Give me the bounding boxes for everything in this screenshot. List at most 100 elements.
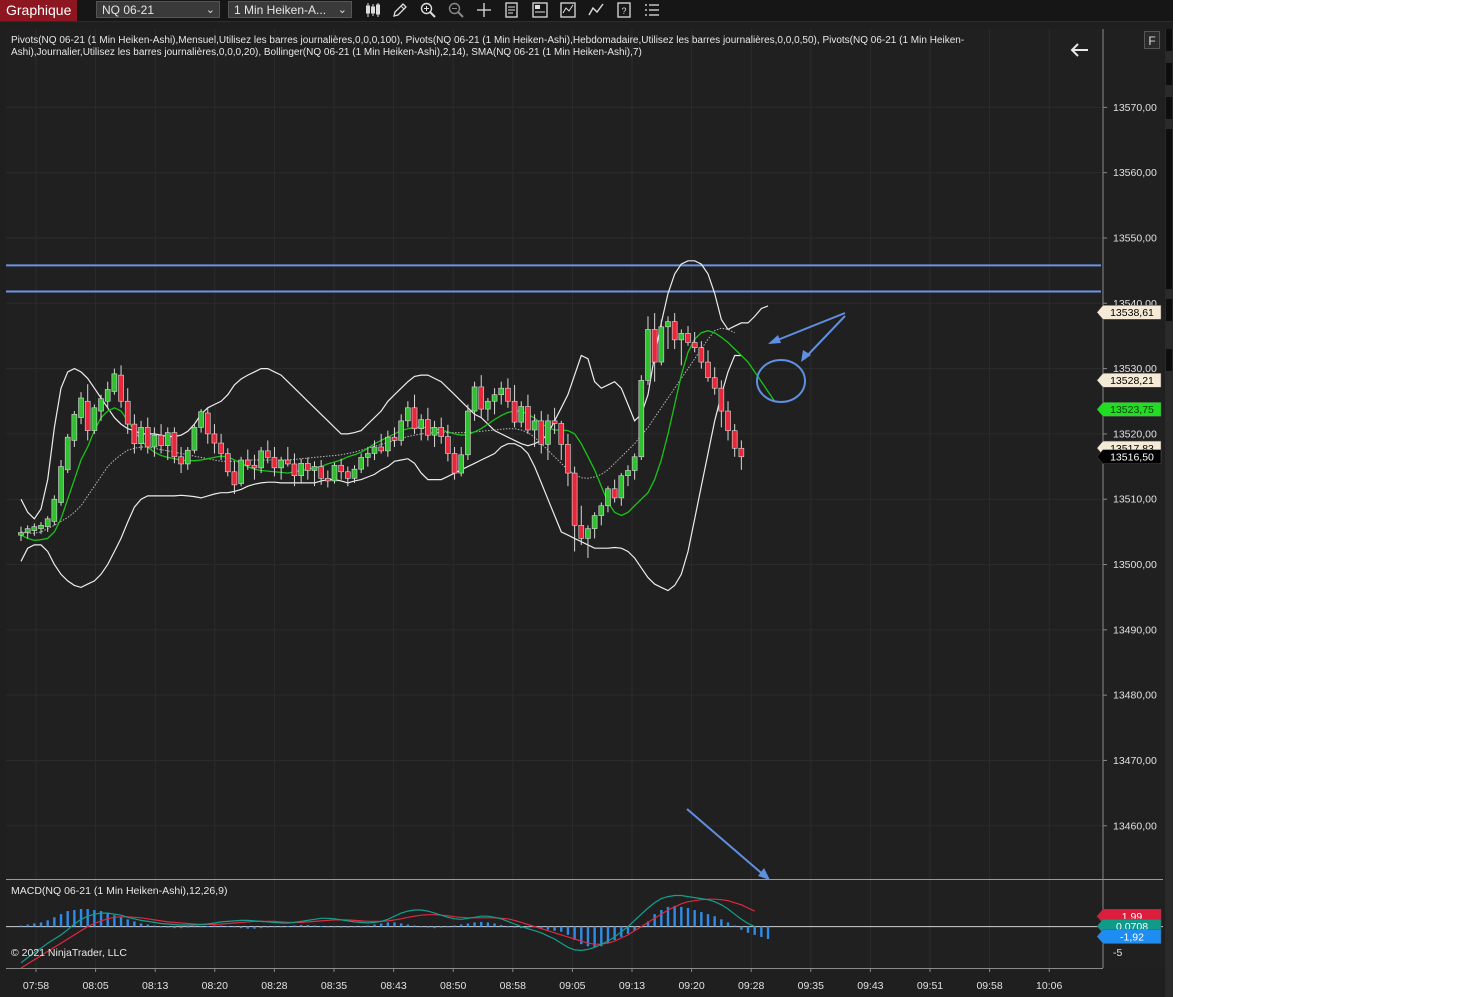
time-axis-label: 09:13 bbox=[619, 980, 645, 992]
candle-body bbox=[118, 374, 124, 402]
macd-histogram-bar bbox=[279, 926, 283, 928]
candle-body bbox=[631, 456, 638, 471]
macd-histogram-bar bbox=[199, 926, 203, 928]
time-axis-label: 07:58 bbox=[23, 980, 49, 992]
macd-histogram-bar bbox=[526, 926, 530, 928]
candle-body bbox=[478, 386, 485, 410]
macd-histogram-bar bbox=[713, 916, 716, 927]
macd-histogram-bar bbox=[353, 926, 356, 928]
price-axis-label: 13510,00 bbox=[1113, 494, 1157, 506]
vertical-scrollbar[interactable] bbox=[1165, 29, 1173, 997]
candle-body bbox=[438, 427, 445, 437]
macd-histogram-bar bbox=[146, 924, 149, 927]
candle-body bbox=[471, 386, 478, 412]
scrollbar-mark bbox=[1166, 299, 1172, 321]
macd-histogram-bar bbox=[413, 925, 416, 927]
candle-body bbox=[665, 321, 671, 328]
user-annotations bbox=[686, 312, 846, 880]
candle-body bbox=[91, 407, 98, 431]
macd-histogram-bar bbox=[453, 925, 456, 927]
macd-histogram-bar bbox=[246, 926, 249, 929]
candle-body bbox=[525, 406, 531, 431]
candle-body bbox=[18, 532, 24, 536]
candle-body bbox=[178, 456, 184, 465]
candle-body bbox=[485, 400, 491, 410]
grid-lines bbox=[6, 29, 1101, 968]
macd-histogram-bar bbox=[186, 926, 189, 928]
candle-body bbox=[418, 419, 425, 429]
candle-body bbox=[138, 427, 144, 445]
candle-body bbox=[264, 450, 271, 458]
macd-histogram-bar bbox=[560, 926, 563, 932]
candle-body bbox=[451, 453, 458, 474]
macd-histogram-bar bbox=[426, 926, 430, 928]
candle-body bbox=[144, 427, 151, 448]
annotation-arrowhead bbox=[758, 868, 770, 880]
macd-histogram-bar bbox=[573, 926, 576, 941]
candle-body bbox=[171, 432, 178, 458]
macd-histogram-bar bbox=[506, 926, 510, 928]
macd-marker: -1,92 bbox=[1120, 931, 1144, 943]
candle-body bbox=[371, 446, 378, 454]
candle-body bbox=[651, 329, 658, 363]
candle-body bbox=[671, 321, 678, 341]
macd-histogram-bar bbox=[253, 926, 256, 929]
macd-histogram-bar bbox=[446, 926, 450, 928]
candle-body bbox=[445, 436, 451, 454]
macd-histogram-bar bbox=[259, 926, 263, 929]
macd-histogram-bar bbox=[686, 907, 690, 927]
candle-body bbox=[258, 450, 264, 469]
macd-histogram-bar bbox=[660, 910, 663, 927]
candle-body bbox=[191, 427, 198, 451]
candle-body bbox=[218, 442, 224, 454]
candle-body bbox=[431, 427, 438, 436]
macd-histogram-bar bbox=[46, 920, 49, 927]
scrollbar-mark bbox=[1166, 63, 1172, 85]
time-axis-label: 08:05 bbox=[82, 980, 108, 992]
candle-body bbox=[198, 411, 204, 428]
price-axis-label: 13550,00 bbox=[1113, 232, 1157, 244]
annotation-arrow bbox=[803, 315, 846, 360]
price-axis-label: 13520,00 bbox=[1113, 428, 1157, 440]
price-axis-label: 13460,00 bbox=[1113, 820, 1157, 832]
price-marker: 13528,21 bbox=[1110, 375, 1154, 387]
candle-body bbox=[311, 466, 318, 471]
candle-body bbox=[111, 373, 118, 392]
candle-body bbox=[24, 528, 31, 533]
macd-histogram-bar bbox=[139, 923, 143, 927]
candle-body bbox=[78, 397, 84, 418]
macd-histogram-bar bbox=[286, 926, 289, 927]
candle-body bbox=[104, 389, 111, 402]
price-chart-canvas[interactable]: 13570,0013560,0013550,0013540,0013530,00… bbox=[0, 0, 1173, 997]
candle-body bbox=[231, 471, 238, 486]
annotation-arrowhead bbox=[768, 335, 781, 344]
candle-body bbox=[204, 412, 211, 435]
macd-histogram-bar bbox=[366, 925, 370, 927]
ninjatrader-chart-window: Graphique NQ 06-21 ⌄ 1 Min Heiken-A... ⌄ bbox=[0, 0, 1173, 997]
f-button[interactable]: F bbox=[1144, 31, 1160, 49]
candle-body bbox=[238, 459, 244, 484]
macd-histogram-bar bbox=[313, 925, 316, 927]
candle-body bbox=[685, 333, 691, 343]
macd-histogram-bar bbox=[706, 914, 710, 927]
price-axis-label: 13480,00 bbox=[1113, 690, 1157, 702]
macd-histogram-bar bbox=[566, 926, 570, 935]
candle-body bbox=[718, 387, 725, 412]
candle-body bbox=[124, 400, 131, 425]
candle-body bbox=[345, 471, 351, 479]
macd-histogram-bar bbox=[166, 926, 169, 928]
candle-body bbox=[44, 518, 51, 527]
back-arrow-icon[interactable] bbox=[1068, 38, 1092, 62]
macd-histogram-bar bbox=[693, 910, 696, 927]
scrollbar-thumb[interactable] bbox=[1166, 129, 1172, 289]
candle-body bbox=[458, 454, 465, 474]
macd-histogram-bar bbox=[726, 922, 730, 927]
candle-body bbox=[725, 410, 731, 431]
candle-body bbox=[571, 472, 578, 526]
candle-body bbox=[305, 462, 311, 471]
macd-histogram-bar bbox=[379, 923, 383, 927]
time-axis-label: 10:06 bbox=[1036, 980, 1062, 992]
time-axis-label: 08:28 bbox=[261, 980, 287, 992]
macd-histogram-bar bbox=[733, 925, 736, 927]
candle-body bbox=[278, 459, 284, 469]
